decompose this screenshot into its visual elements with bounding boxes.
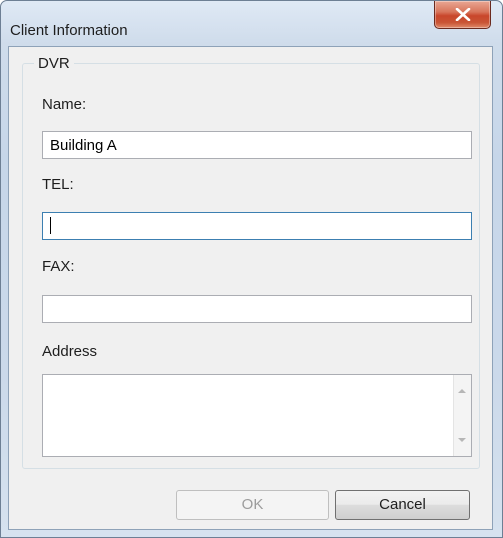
groupbox-title: DVR bbox=[34, 55, 74, 73]
close-icon bbox=[455, 8, 471, 21]
window-title: Client Information bbox=[10, 22, 128, 39]
tel-label: TEL: bbox=[42, 176, 74, 193]
close-button[interactable] bbox=[434, 1, 491, 29]
title-bar[interactable]: Client Information bbox=[1, 1, 502, 39]
scroll-down-arrow-icon[interactable] bbox=[458, 438, 466, 442]
fax-field[interactable] bbox=[42, 295, 472, 323]
address-label: Address bbox=[42, 343, 98, 360]
name-label: Name: bbox=[42, 96, 87, 113]
name-field[interactable] bbox=[42, 131, 472, 159]
scroll-up-arrow-icon[interactable] bbox=[458, 389, 466, 393]
address-scrollbar[interactable] bbox=[453, 375, 471, 456]
cancel-button[interactable]: Cancel bbox=[335, 490, 470, 520]
text-caret bbox=[50, 217, 51, 234]
address-field[interactable] bbox=[42, 374, 472, 457]
fax-label: FAX: bbox=[42, 258, 75, 275]
tel-field[interactable] bbox=[42, 212, 472, 240]
ok-button[interactable]: OK bbox=[176, 490, 329, 520]
